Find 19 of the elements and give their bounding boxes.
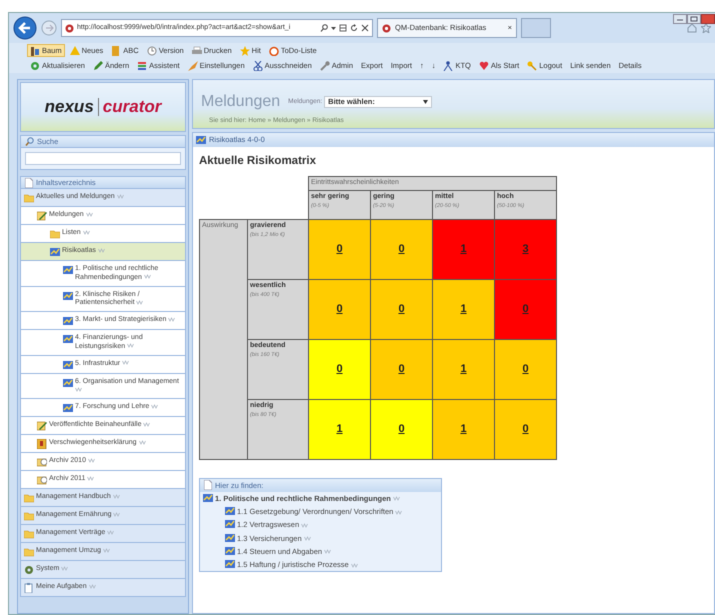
count-link[interactable]: 1 [460,423,467,435]
count-link[interactable]: 1 [336,423,343,435]
count-link[interactable]: 1 [460,243,467,255]
count-link[interactable]: 0 [336,243,343,255]
count-link[interactable]: 3 [522,243,529,255]
matrix-title: Aktuelle Risikomatrix [199,154,317,169]
count-link[interactable]: 0 [336,363,343,375]
page-title: Meldungen [201,92,280,112]
count-link[interactable]: 0 [522,423,529,435]
logo: nexus curator [20,82,186,132]
count-link[interactable]: 0 [398,303,405,315]
count-link[interactable]: 0 [336,303,343,315]
count-link[interactable]: 0 [398,423,405,435]
count-link[interactable]: 1 [460,363,467,375]
count-link[interactable]: 0 [398,363,405,375]
count-link[interactable]: 0 [522,303,529,315]
count-link[interactable]: 0 [522,363,529,375]
count-link[interactable]: 0 [398,243,405,255]
count-link[interactable]: 1 [460,303,467,315]
